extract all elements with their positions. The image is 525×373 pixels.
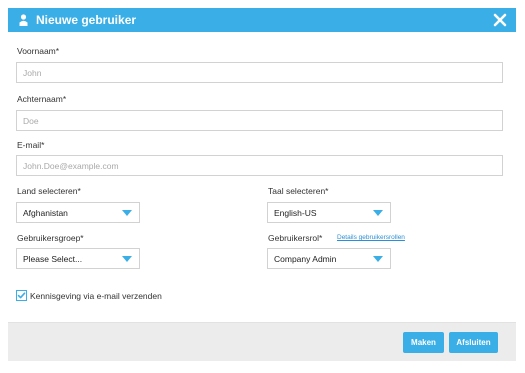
user-group-select[interactable]: Please Select... bbox=[16, 248, 140, 269]
dialog-title: Nieuwe gebruiker bbox=[36, 13, 137, 27]
user-group-value: Please Select... bbox=[23, 253, 83, 264]
chevron-down-icon bbox=[122, 210, 132, 216]
dialog-titlebar: Nieuwe gebruiker bbox=[8, 8, 516, 32]
create-button[interactable]: Maken bbox=[403, 332, 444, 353]
first-name-input[interactable]: John bbox=[16, 62, 503, 83]
user-role-value: Company Admin bbox=[274, 253, 337, 264]
close-icon[interactable] bbox=[492, 12, 508, 28]
email-input[interactable]: John.Doe@example.com bbox=[16, 155, 503, 176]
email-label: E-mail* bbox=[17, 140, 45, 150]
first-name-label: Voornaam* bbox=[17, 46, 60, 56]
email-notify-checkbox[interactable] bbox=[16, 290, 27, 301]
dialog-footer: Maken Afsluiten bbox=[8, 322, 516, 361]
country-select[interactable]: Afghanistan bbox=[16, 202, 140, 223]
chevron-down-icon bbox=[373, 256, 383, 262]
email-notify-label: Kennisgeving via e-mail verzenden bbox=[30, 291, 162, 301]
close-button[interactable]: Afsluiten bbox=[449, 332, 498, 353]
new-user-dialog: Nieuwe gebruiker Voornaam* John Achterna… bbox=[0, 0, 525, 373]
user-role-select[interactable]: Company Admin bbox=[267, 248, 391, 269]
user-role-label: Gebruikersrol* bbox=[268, 233, 323, 243]
chevron-down-icon bbox=[122, 256, 132, 262]
language-select[interactable]: English-US bbox=[267, 202, 391, 223]
country-label: Land selecteren* bbox=[17, 186, 81, 196]
chevron-down-icon bbox=[373, 210, 383, 216]
language-value: English-US bbox=[274, 207, 317, 218]
last-name-label: Achternaam* bbox=[17, 94, 67, 104]
user-role-details-link[interactable]: Details gebruikersrollen bbox=[337, 234, 405, 241]
checkmark-icon bbox=[17, 292, 26, 299]
country-value: Afghanistan bbox=[23, 207, 68, 218]
user-group-label: Gebruikersgroep* bbox=[17, 233, 84, 243]
language-label: Taal selecteren* bbox=[268, 186, 329, 196]
user-icon bbox=[16, 12, 30, 28]
last-name-input[interactable]: Doe bbox=[16, 110, 503, 131]
